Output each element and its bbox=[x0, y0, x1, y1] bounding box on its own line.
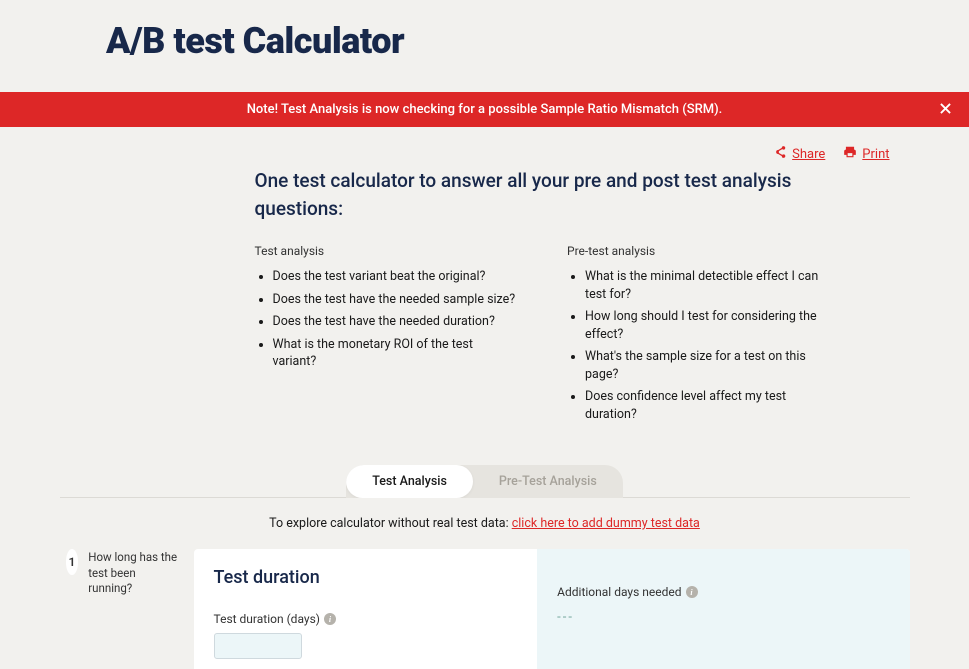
additional-days-label: Additional days needed i bbox=[557, 585, 697, 599]
list-item: What is the minimal detectible effect I … bbox=[585, 268, 830, 303]
step-1-row: 1 How long has the test been running? Te… bbox=[60, 549, 910, 669]
duration-input-panel: Test duration Test duration (days) i bbox=[194, 549, 538, 669]
panel-title: Test duration bbox=[214, 567, 518, 588]
print-button[interactable]: Print bbox=[843, 145, 889, 163]
action-bar: Share Print bbox=[60, 127, 910, 163]
close-icon[interactable] bbox=[940, 103, 951, 117]
col-heading-a: Test analysis bbox=[255, 244, 518, 258]
dummy-lead: To explore calculator without real test … bbox=[269, 516, 512, 531]
alert-bar: Note! Test Analysis is now checking for … bbox=[0, 92, 969, 127]
list-item: Does the test have the needed sample siz… bbox=[273, 291, 518, 309]
page-title: A/B test Calculator bbox=[106, 20, 969, 62]
col-pretest-analysis: Pre-test analysis What is the minimal de… bbox=[567, 244, 830, 428]
print-label: Print bbox=[862, 147, 889, 162]
duration-field-label: Test duration (days) i bbox=[214, 612, 336, 626]
alert-text: Note! Test Analysis is now checking for … bbox=[247, 102, 723, 117]
tab-pretest-analysis[interactable]: Pre-Test Analysis bbox=[473, 465, 623, 498]
step-number-badge: 1 bbox=[66, 549, 79, 575]
list-item: How long should I test for considering t… bbox=[585, 308, 830, 343]
info-icon[interactable]: i bbox=[686, 586, 698, 598]
list-item: Does the test have the needed duration? bbox=[273, 313, 518, 331]
dummy-data-link[interactable]: click here to add dummy test data bbox=[512, 516, 700, 531]
print-icon bbox=[843, 145, 857, 163]
list-item: What is the monetary ROI of the test var… bbox=[273, 336, 518, 371]
intro-heading: One test calculator to answer all your p… bbox=[255, 167, 830, 222]
page-header: A/B test Calculator bbox=[0, 0, 969, 92]
share-label: Share bbox=[792, 147, 825, 162]
duration-result-panel: Additional days needed i --- bbox=[537, 549, 909, 669]
list-item: Does confidence level affect my test dur… bbox=[585, 388, 830, 423]
col-test-analysis: Test analysis Does the test variant beat… bbox=[255, 244, 518, 428]
additional-days-value: --- bbox=[557, 610, 889, 625]
list-item: What's the sample size for a test on thi… bbox=[585, 348, 830, 383]
step-label: How long has the test been running? bbox=[88, 549, 179, 597]
tab-test-analysis[interactable]: Test Analysis bbox=[346, 465, 473, 498]
share-icon bbox=[773, 145, 787, 163]
info-icon[interactable]: i bbox=[324, 613, 336, 625]
tabs-container: Test Analysis Pre-Test Analysis bbox=[60, 464, 910, 498]
intro-section: One test calculator to answer all your p… bbox=[120, 167, 850, 428]
test-duration-input[interactable] bbox=[214, 633, 302, 659]
col-heading-b: Pre-test analysis bbox=[567, 244, 830, 258]
dummy-data-row: To explore calculator without real test … bbox=[0, 498, 969, 549]
share-button[interactable]: Share bbox=[773, 145, 825, 163]
list-item: Does the test variant beat the original? bbox=[273, 268, 518, 286]
